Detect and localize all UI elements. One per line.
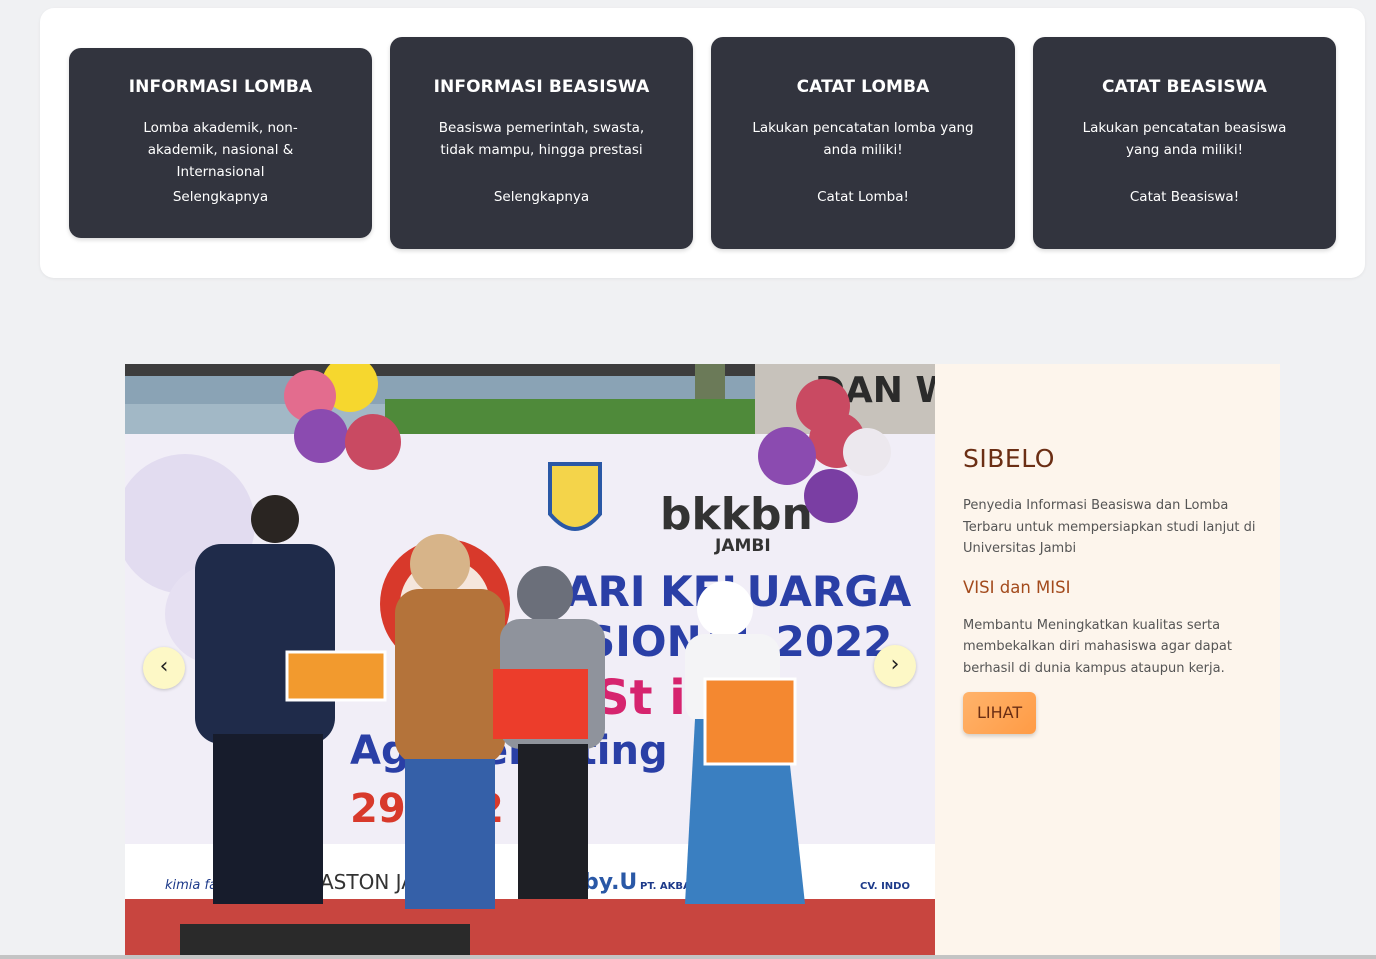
card-description: Lakukan pencatatan beasiswa yang anda mi… (1082, 120, 1287, 158)
card-title: INFORMASI LOMBA (128, 77, 313, 97)
card-link-catat-lomba[interactable]: Catat Lomba! (711, 189, 1015, 205)
card-description: Lakukan pencatatan lomba yang anda milik… (752, 120, 974, 158)
card-informasi-lomba[interactable]: INFORMASI LOMBA Lomba akademik, non-akad… (69, 48, 372, 238)
image-carousel: DAN W bkkbn JAMBI ARI KELUARGA SIONAL 20… (125, 364, 935, 959)
carousel-photo: DAN W bkkbn JAMBI ARI KELUARGA SIONAL 20… (125, 364, 935, 959)
hero-section: DAN W bkkbn JAMBI ARI KELUARGA SIONAL 20… (125, 364, 1280, 959)
sponsor-3: by.U (583, 870, 637, 895)
card-catat-beasiswa[interactable]: CATAT BEASISWA Lakukan pencatatan beasis… (1033, 37, 1336, 249)
vision-heading: VISI dan MISI (963, 577, 1071, 597)
info-panel: SIBELO Penyedia Informasi Beasiswa dan L… (963, 444, 1263, 734)
card-description: Beasiswa pemerintah, swasta, tidak mampu… (438, 120, 645, 158)
carousel-prev-button[interactable]: ‹ (143, 647, 185, 689)
card-title: CATAT BEASISWA (1101, 77, 1268, 97)
lihat-button[interactable]: LIHAT (963, 692, 1037, 734)
banner-brand: bkkbn (660, 489, 813, 540)
page-bottom-divider (0, 955, 1376, 959)
site-title: SIBELO (963, 444, 1055, 473)
sponsor-5: CV. INDO (860, 881, 910, 892)
card-link-selengkapnya[interactable]: Selengkapnya (390, 189, 693, 205)
card-description: Lomba akademik, non-akademik, nasional &… (143, 120, 298, 180)
card-catat-lomba[interactable]: CATAT LOMBA Lakukan pencatatan lomba yan… (711, 37, 1015, 249)
carousel-next-button[interactable]: › (874, 645, 916, 687)
card-title: INFORMASI BEASISWA (433, 77, 650, 97)
site-description: Penyedia Informasi Beasiswa dan Lomba Te… (963, 498, 1256, 556)
card-link-selengkapnya[interactable]: Selengkapnya (69, 189, 372, 205)
card-title: CATAT LOMBA (796, 77, 930, 97)
mission-text: Membantu Meningkatkan kualitas serta mem… (963, 617, 1232, 676)
card-informasi-beasiswa[interactable]: INFORMASI BEASISWA Beasiswa pemerintah, … (390, 37, 693, 249)
banner-city: JAMBI (714, 536, 771, 556)
card-link-catat-beasiswa[interactable]: Catat Beasiswa! (1033, 189, 1336, 205)
